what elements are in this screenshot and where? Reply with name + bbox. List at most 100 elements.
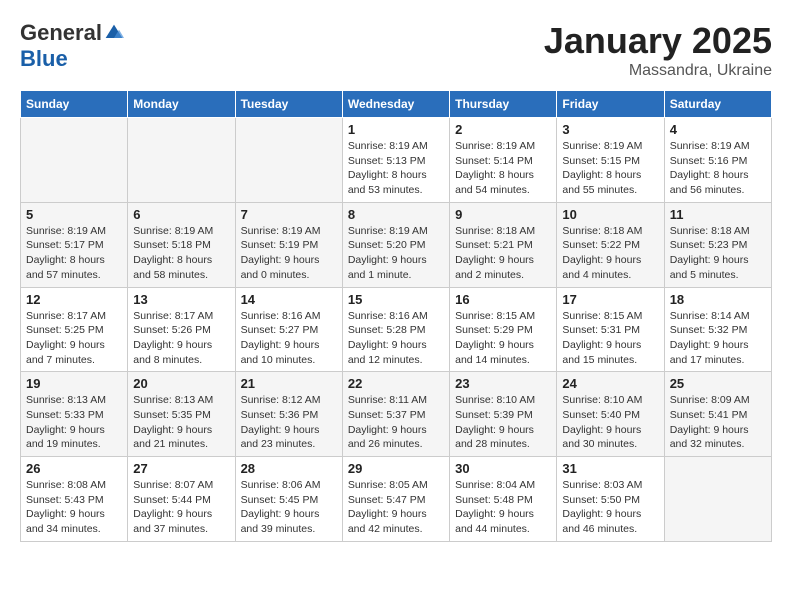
day-info: Sunrise: 8:16 AM Sunset: 5:27 PM Dayligh… — [241, 309, 337, 368]
page-header: General Blue January 2025 Massandra, Ukr… — [20, 20, 772, 80]
day-number: 24 — [562, 376, 658, 391]
day-info: Sunrise: 8:19 AM Sunset: 5:20 PM Dayligh… — [348, 224, 444, 283]
calendar-cell: 22 Sunrise: 8:11 AM Sunset: 5:37 PM Dayli… — [342, 372, 449, 457]
day-info: Sunrise: 8:03 AM Sunset: 5:50 PM Dayligh… — [562, 478, 658, 537]
day-info: Sunrise: 8:19 AM Sunset: 5:15 PM Dayligh… — [562, 139, 658, 198]
day-number: 3 — [562, 122, 658, 137]
day-info: Sunrise: 8:06 AM Sunset: 5:45 PM Dayligh… — [241, 478, 337, 537]
calendar-cell: 15Sunrise: 8:16 AM Sunset: 5:28 PM Dayli… — [342, 287, 449, 372]
calendar-cell: 7 Sunrise: 8:19 AM Sunset: 5:19 PM Daylig… — [235, 202, 342, 287]
calendar-cell: 29Sunrise: 8:05 AM Sunset: 5:47 PM Dayli… — [342, 457, 449, 542]
calendar-cell: 17Sunrise: 8:15 AM Sunset: 5:31 PM Dayli… — [557, 287, 664, 372]
calendar-week-row: 26 Sunrise: 8:08 AM Sunset: 5:43 PM Dayli… — [21, 457, 772, 542]
day-number: 10 — [562, 207, 658, 222]
weekday-header: Tuesday — [235, 91, 342, 118]
calendar-cell: 18 Sunrise: 8:14 AM Sunset: 5:32 PM Dayli… — [664, 287, 771, 372]
calendar-cell: 9 Sunrise: 8:18 AM Sunset: 5:21 PM Daylig… — [450, 202, 557, 287]
day-number: 6 — [133, 207, 229, 222]
day-info: Sunrise: 8:18 AM Sunset: 5:22 PM Dayligh… — [562, 224, 658, 283]
calendar-cell: 28 Sunrise: 8:06 AM Sunset: 5:45 PM Dayli… — [235, 457, 342, 542]
day-info: Sunrise: 8:11 AM Sunset: 5:37 PM Dayligh… — [348, 393, 444, 452]
weekday-header: Friday — [557, 91, 664, 118]
day-number: 17 — [562, 292, 658, 307]
day-info: Sunrise: 8:04 AM Sunset: 5:48 PM Dayligh… — [455, 478, 551, 537]
calendar-week-row: 1 Sunrise: 8:19 AM Sunset: 5:13 PM Daylig… — [21, 118, 772, 203]
calendar-week-row: 5Sunrise: 8:19 AM Sunset: 5:17 PM Daylig… — [21, 202, 772, 287]
calendar-cell: 12 Sunrise: 8:17 AM Sunset: 5:25 PM Dayli… — [21, 287, 128, 372]
day-info: Sunrise: 8:08 AM Sunset: 5:43 PM Dayligh… — [26, 478, 122, 537]
day-number: 9 — [455, 207, 551, 222]
day-number: 13 — [133, 292, 229, 307]
day-info: Sunrise: 8:15 AM Sunset: 5:29 PM Dayligh… — [455, 309, 551, 368]
day-number: 4 — [670, 122, 766, 137]
day-number: 16 — [455, 292, 551, 307]
calendar-cell: 2 Sunrise: 8:19 AM Sunset: 5:14 PM Daylig… — [450, 118, 557, 203]
calendar-cell: 13 Sunrise: 8:17 AM Sunset: 5:26 PM Dayli… — [128, 287, 235, 372]
calendar-cell — [21, 118, 128, 203]
day-number: 2 — [455, 122, 551, 137]
day-info: Sunrise: 8:13 AM Sunset: 5:33 PM Dayligh… — [26, 393, 122, 452]
day-info: Sunrise: 8:12 AM Sunset: 5:36 PM Dayligh… — [241, 393, 337, 452]
day-info: Sunrise: 8:19 AM Sunset: 5:13 PM Dayligh… — [348, 139, 444, 198]
calendar-cell: 3 Sunrise: 8:19 AM Sunset: 5:15 PM Daylig… — [557, 118, 664, 203]
calendar-week-row: 12 Sunrise: 8:17 AM Sunset: 5:25 PM Dayli… — [21, 287, 772, 372]
day-number: 29 — [348, 461, 444, 476]
calendar-cell: 4 Sunrise: 8:19 AM Sunset: 5:16 PM Daylig… — [664, 118, 771, 203]
logo-icon — [104, 23, 124, 43]
title-section: January 2025 Massandra, Ukraine — [544, 20, 772, 80]
day-number: 22 — [348, 376, 444, 391]
day-info: Sunrise: 8:10 AM Sunset: 5:40 PM Dayligh… — [562, 393, 658, 452]
calendar-cell: 11 Sunrise: 8:18 AM Sunset: 5:23 PM Dayli… — [664, 202, 771, 287]
day-number: 28 — [241, 461, 337, 476]
day-number: 25 — [670, 376, 766, 391]
calendar-cell: 10 Sunrise: 8:18 AM Sunset: 5:22 PM Dayli… — [557, 202, 664, 287]
calendar-cell: 23Sunrise: 8:10 AM Sunset: 5:39 PM Dayli… — [450, 372, 557, 457]
calendar-table: SundayMondayTuesdayWednesdayThursdayFrid… — [20, 90, 772, 542]
day-number: 12 — [26, 292, 122, 307]
day-number: 20 — [133, 376, 229, 391]
logo: General Blue — [20, 20, 124, 72]
day-info: Sunrise: 8:18 AM Sunset: 5:21 PM Dayligh… — [455, 224, 551, 283]
logo-blue-text: Blue — [20, 46, 68, 72]
day-info: Sunrise: 8:19 AM Sunset: 5:16 PM Dayligh… — [670, 139, 766, 198]
day-number: 1 — [348, 122, 444, 137]
calendar-cell: 8 Sunrise: 8:19 AM Sunset: 5:20 PM Daylig… — [342, 202, 449, 287]
day-number: 14 — [241, 292, 337, 307]
day-info: Sunrise: 8:19 AM Sunset: 5:17 PM Dayligh… — [26, 224, 122, 283]
day-info: Sunrise: 8:07 AM Sunset: 5:44 PM Dayligh… — [133, 478, 229, 537]
calendar-cell: 30 Sunrise: 8:04 AM Sunset: 5:48 PM Dayli… — [450, 457, 557, 542]
calendar-cell: 1 Sunrise: 8:19 AM Sunset: 5:13 PM Daylig… — [342, 118, 449, 203]
calendar-cell — [128, 118, 235, 203]
calendar-cell: 27 Sunrise: 8:07 AM Sunset: 5:44 PM Dayli… — [128, 457, 235, 542]
day-number: 30 — [455, 461, 551, 476]
day-info: Sunrise: 8:14 AM Sunset: 5:32 PM Dayligh… — [670, 309, 766, 368]
calendar-week-row: 19 Sunrise: 8:13 AM Sunset: 5:33 PM Dayli… — [21, 372, 772, 457]
weekday-header: Sunday — [21, 91, 128, 118]
day-number: 11 — [670, 207, 766, 222]
location-subtitle: Massandra, Ukraine — [544, 62, 772, 80]
day-info: Sunrise: 8:17 AM Sunset: 5:25 PM Dayligh… — [26, 309, 122, 368]
calendar-cell: 20Sunrise: 8:13 AM Sunset: 5:35 PM Dayli… — [128, 372, 235, 457]
day-info: Sunrise: 8:19 AM Sunset: 5:19 PM Dayligh… — [241, 224, 337, 283]
day-info: Sunrise: 8:19 AM Sunset: 5:14 PM Dayligh… — [455, 139, 551, 198]
day-number: 26 — [26, 461, 122, 476]
day-info: Sunrise: 8:18 AM Sunset: 5:23 PM Dayligh… — [670, 224, 766, 283]
calendar-cell: 26 Sunrise: 8:08 AM Sunset: 5:43 PM Dayli… — [21, 457, 128, 542]
calendar-cell: 14 Sunrise: 8:16 AM Sunset: 5:27 PM Dayli… — [235, 287, 342, 372]
calendar-cell: 5Sunrise: 8:19 AM Sunset: 5:17 PM Daylig… — [21, 202, 128, 287]
calendar-cell — [664, 457, 771, 542]
day-info: Sunrise: 8:10 AM Sunset: 5:39 PM Dayligh… — [455, 393, 551, 452]
day-info: Sunrise: 8:17 AM Sunset: 5:26 PM Dayligh… — [133, 309, 229, 368]
calendar-cell: 16 Sunrise: 8:15 AM Sunset: 5:29 PM Dayli… — [450, 287, 557, 372]
day-number: 7 — [241, 207, 337, 222]
weekday-header: Thursday — [450, 91, 557, 118]
day-number: 18 — [670, 292, 766, 307]
day-number: 19 — [26, 376, 122, 391]
calendar-cell: 31Sunrise: 8:03 AM Sunset: 5:50 PM Dayli… — [557, 457, 664, 542]
day-info: Sunrise: 8:19 AM Sunset: 5:18 PM Dayligh… — [133, 224, 229, 283]
day-number: 8 — [348, 207, 444, 222]
calendar-cell: 24 Sunrise: 8:10 AM Sunset: 5:40 PM Dayli… — [557, 372, 664, 457]
month-title: January 2025 — [544, 20, 772, 62]
weekday-header: Saturday — [664, 91, 771, 118]
day-number: 27 — [133, 461, 229, 476]
